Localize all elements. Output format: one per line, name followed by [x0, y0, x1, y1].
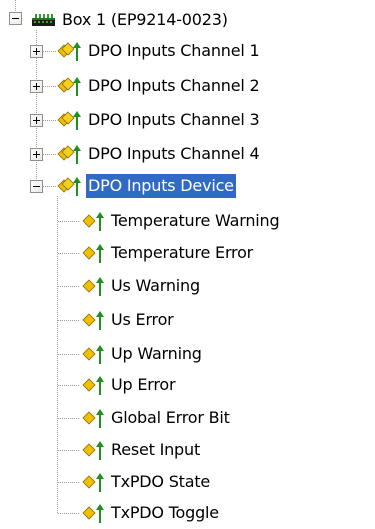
tree-node-label: Temperature Warning: [111, 211, 280, 230]
tree-line-h: [43, 51, 57, 52]
input-variable-icon: [80, 274, 105, 298]
tree-node-temperature-warning[interactable]: Temperature Warning: [80, 205, 281, 237]
input-group-icon: [57, 174, 82, 198]
box-module-icon: [31, 8, 56, 32]
plus-icon: [33, 83, 40, 90]
plus-icon: [33, 117, 40, 124]
input-group-icon: [57, 108, 82, 132]
tree-line-h: [58, 418, 80, 419]
tree-node-up-error[interactable]: Up Error: [80, 369, 177, 401]
tree-line-h: [58, 482, 80, 483]
tree-node-channel-3[interactable]: DPO Inputs Channel 3: [57, 104, 261, 136]
tree-line-h: [58, 221, 80, 222]
tree-line-h: [43, 186, 57, 187]
tree-node-reset-input[interactable]: Reset Input: [80, 434, 202, 466]
input-variable-icon: [80, 501, 105, 525]
minus-icon: [12, 18, 19, 19]
minus-icon: [33, 186, 40, 187]
tree-node-box-1[interactable]: Box 1 (EP9214-0023): [31, 4, 230, 36]
expand-toggle-channel-4[interactable]: [30, 148, 43, 161]
input-group-icon: [57, 74, 82, 98]
collapse-toggle-box[interactable]: [9, 12, 22, 25]
expand-toggle-channel-2[interactable]: [30, 80, 43, 93]
tree-line-h: [43, 120, 57, 121]
collapse-toggle-device[interactable]: [30, 180, 43, 193]
tree-line-h: [58, 354, 80, 355]
tree-node-global-error-bit[interactable]: Global Error Bit: [80, 402, 232, 434]
tree-node-label: DPO Inputs Channel 4: [88, 144, 260, 163]
tree-node-label-selected: DPO Inputs Device: [86, 174, 236, 198]
input-group-icon: [57, 39, 82, 63]
tree-node-label: Temperature Error: [111, 243, 254, 262]
input-variable-icon: [80, 342, 105, 366]
tree-node-label: Reset Input: [111, 440, 201, 459]
tree-line-h: [58, 450, 80, 451]
input-variable-icon: [80, 470, 105, 494]
input-variable-icon: [80, 241, 105, 265]
tree-line-root-vertical: [15, 0, 16, 12]
plus-icon: [33, 48, 40, 55]
tree-line-h: [58, 513, 80, 514]
tree-node-us-error[interactable]: Us Error: [80, 304, 176, 336]
tree-node-temperature-error[interactable]: Temperature Error: [80, 237, 255, 269]
input-variable-icon: [80, 438, 105, 462]
tree-node-channel-2[interactable]: DPO Inputs Channel 2: [57, 70, 261, 102]
tree-node-up-warning[interactable]: Up Warning: [80, 338, 204, 370]
tree-node-channel-4[interactable]: DPO Inputs Channel 4: [57, 138, 261, 170]
tree-line-h: [58, 385, 80, 386]
tree-node-label: DPO Inputs Channel 3: [88, 110, 260, 129]
tree-node-label: DPO Inputs Channel 1: [88, 41, 260, 60]
expand-toggle-channel-3[interactable]: [30, 114, 43, 127]
tree-node-label: Us Warning: [111, 276, 200, 295]
input-variable-icon: [80, 308, 105, 332]
io-tree-view[interactable]: Box 1 (EP9214-0023) DPO Inputs Channel 1: [0, 0, 375, 528]
tree-node-label: Up Warning: [111, 344, 202, 363]
tree-node-label: Global Error Bit: [111, 408, 230, 427]
tree-line-h: [58, 286, 80, 287]
tree-line-h: [43, 154, 57, 155]
tree-node-txpdo-toggle[interactable]: TxPDO Toggle: [80, 497, 221, 529]
input-variable-icon: [80, 209, 105, 233]
expand-toggle-channel-1[interactable]: [30, 45, 43, 58]
tree-node-label: TxPDO State: [111, 472, 211, 491]
tree-node-label: TxPDO Toggle: [111, 503, 219, 522]
tree-node-us-warning[interactable]: Us Warning: [80, 270, 202, 302]
input-variable-icon: [80, 373, 105, 397]
input-variable-icon: [80, 406, 105, 430]
tree-line-device-children: [57, 196, 58, 514]
tree-line-h: [58, 253, 80, 254]
tree-node-channel-1[interactable]: DPO Inputs Channel 1: [57, 35, 261, 67]
tree-node-txpdo-state[interactable]: TxPDO State: [80, 466, 212, 498]
plus-icon: [33, 151, 40, 158]
tree-node-label: Up Error: [111, 375, 176, 394]
tree-node-label: Box 1 (EP9214-0023): [62, 10, 228, 29]
tree-node-label: Us Error: [111, 310, 174, 329]
tree-line-h: [43, 86, 57, 87]
tree-node-label: DPO Inputs Channel 2: [88, 76, 260, 95]
tree-line-h: [58, 320, 80, 321]
tree-node-device[interactable]: DPO Inputs Device: [57, 170, 236, 202]
input-group-icon: [57, 142, 82, 166]
